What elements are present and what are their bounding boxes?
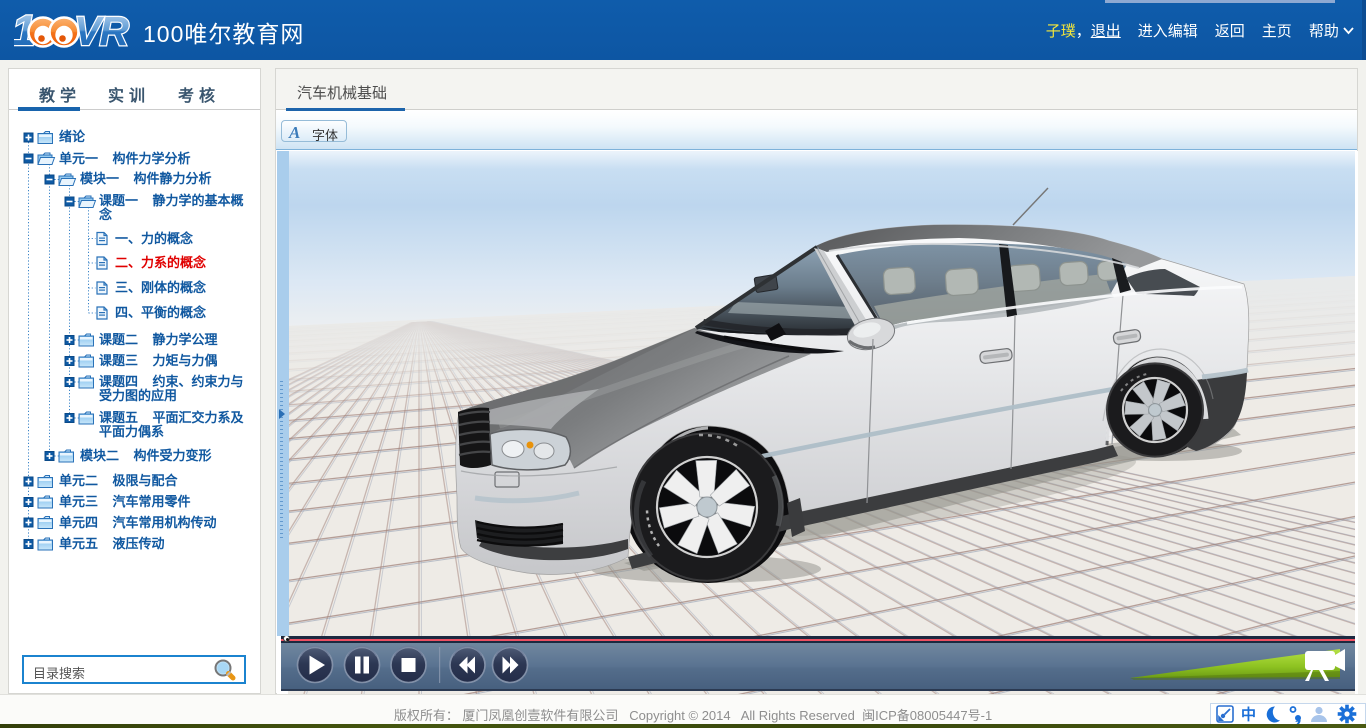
svg-text:中: 中 — [1241, 706, 1256, 724]
svg-text:VR: VR — [74, 8, 129, 51]
